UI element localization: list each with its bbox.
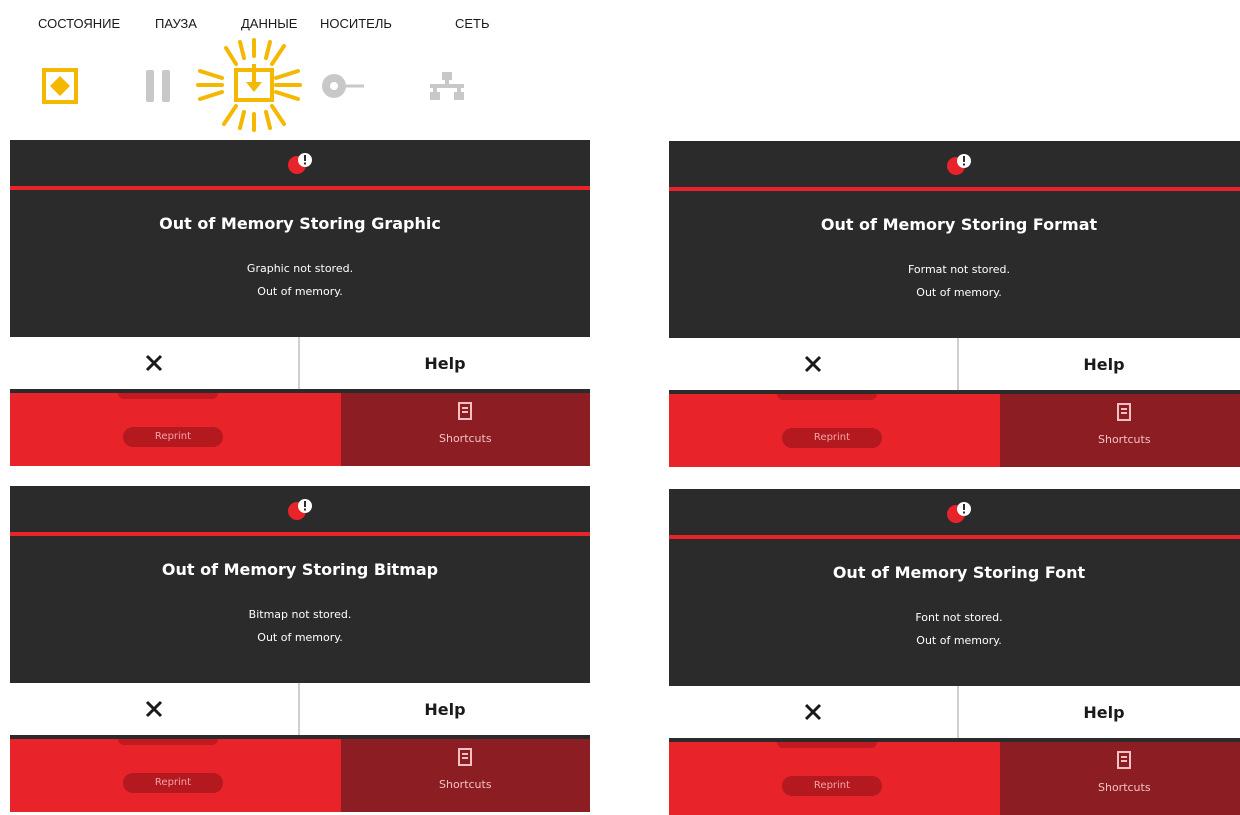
shortcuts-icon <box>458 402 473 420</box>
reprint-button[interactable]: Reprint <box>123 773 223 793</box>
close-icon <box>804 355 822 373</box>
error-message-line1: Graphic not stored. <box>246 262 354 275</box>
shortcuts-label: Shortcuts <box>438 432 492 445</box>
screen-header <box>10 486 590 530</box>
pull-tab[interactable] <box>118 739 218 745</box>
bottom-bar: Reprint Shortcuts <box>10 393 590 466</box>
alert-icon <box>947 502 971 523</box>
error-title: Out of Memory Storing Format <box>820 215 1098 234</box>
header-divider <box>669 535 1240 539</box>
shortcuts-button[interactable]: Shortcuts <box>999 742 1240 815</box>
close-button[interactable] <box>669 338 959 390</box>
error-message-line1: Format not stored. <box>907 263 1011 276</box>
action-row: Help <box>669 686 1240 738</box>
close-button[interactable] <box>10 683 300 735</box>
action-row: Help <box>10 337 590 389</box>
help-button[interactable]: Help <box>959 686 1240 738</box>
indicator-label-network: СЕТЬ <box>455 16 490 31</box>
error-message-line2: Out of memory. <box>257 631 343 644</box>
error-title: Out of Memory Storing Bitmap <box>161 560 439 579</box>
shortcuts-button[interactable]: Shortcuts <box>340 393 590 466</box>
error-message-line1: Bitmap not stored. <box>248 608 352 621</box>
alert-icon <box>288 153 312 174</box>
error-screen-font: Out of Memory Storing Font Font not stor… <box>669 489 1240 815</box>
data-icon <box>196 38 302 132</box>
pull-tab[interactable] <box>118 393 218 399</box>
shortcuts-label: Shortcuts <box>1097 433 1151 446</box>
header-divider <box>669 187 1240 191</box>
help-button[interactable]: Help <box>300 337 590 389</box>
reprint-button[interactable]: Reprint <box>782 428 882 448</box>
error-message-line1: Font not stored. <box>915 611 1003 624</box>
media-icon <box>322 74 364 98</box>
indicator-label-media: НОСИТЕЛЬ <box>320 16 392 31</box>
action-row: Help <box>669 338 1240 390</box>
error-message-line2: Out of memory. <box>257 285 343 298</box>
shortcuts-icon <box>1117 751 1132 769</box>
shortcuts-icon <box>458 748 473 766</box>
shortcuts-button[interactable]: Shortcuts <box>999 394 1240 467</box>
action-row: Help <box>10 683 590 735</box>
error-title: Out of Memory Storing Font <box>832 563 1086 582</box>
close-icon <box>145 700 163 718</box>
status-icon <box>42 68 78 104</box>
error-screen-graphic: Out of Memory Storing Graphic Graphic no… <box>10 140 590 466</box>
pause-icon <box>146 70 170 102</box>
reprint-area: Reprint <box>669 742 1000 815</box>
bottom-bar: Reprint Shortcuts <box>669 742 1240 815</box>
alert-icon <box>947 154 971 175</box>
help-button[interactable]: Help <box>300 683 590 735</box>
error-screen-bitmap: Out of Memory Storing Bitmap Bitmap not … <box>10 486 590 812</box>
bottom-bar: Reprint Shortcuts <box>669 394 1240 467</box>
header-divider <box>10 186 590 190</box>
error-title: Out of Memory Storing Graphic <box>159 214 441 233</box>
header-divider <box>10 532 590 536</box>
shortcuts-icon <box>1117 403 1132 421</box>
error-message-line2: Out of memory. <box>916 634 1002 647</box>
shortcuts-label: Shortcuts <box>438 778 492 791</box>
reprint-area: Reprint <box>669 394 1000 467</box>
reprint-area: Reprint <box>10 739 341 812</box>
close-icon <box>804 703 822 721</box>
close-button[interactable] <box>669 686 959 738</box>
indicator-label-pause: ПАУЗА <box>155 16 197 31</box>
shortcuts-label: Shortcuts <box>1097 781 1151 794</box>
error-message-line2: Out of memory. <box>916 286 1002 299</box>
alert-icon <box>288 499 312 520</box>
screen-header <box>669 141 1240 185</box>
close-button[interactable] <box>10 337 300 389</box>
help-button[interactable]: Help <box>959 338 1240 390</box>
screen-header <box>10 140 590 184</box>
error-screen-format: Out of Memory Storing Format Format not … <box>669 141 1240 467</box>
reprint-button[interactable]: Reprint <box>782 776 882 796</box>
screen-header <box>669 489 1240 533</box>
reprint-button[interactable]: Reprint <box>123 427 223 447</box>
indicator-label-status: СОСТОЯНИЕ <box>38 16 121 31</box>
reprint-area: Reprint <box>10 393 341 466</box>
shortcuts-button[interactable]: Shortcuts <box>340 739 590 812</box>
close-icon <box>145 354 163 372</box>
network-icon <box>430 72 464 100</box>
indicator-label-data: ДАННЫЕ <box>241 16 298 31</box>
pull-tab[interactable] <box>777 742 877 748</box>
bottom-bar: Reprint Shortcuts <box>10 739 590 812</box>
pull-tab[interactable] <box>777 394 877 400</box>
